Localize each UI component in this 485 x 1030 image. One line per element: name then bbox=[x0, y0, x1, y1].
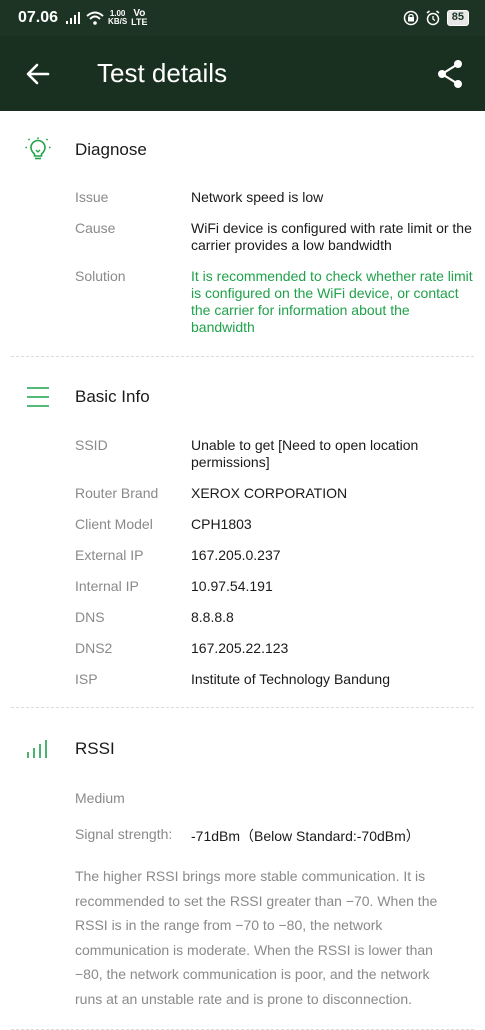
issue-label: Issue bbox=[75, 189, 109, 205]
back-button[interactable] bbox=[0, 36, 76, 111]
volte-indicator: Vo LTE bbox=[131, 9, 147, 27]
basic-info-header: Basic Info bbox=[11, 357, 474, 437]
test-details-content: Diagnose Issue Network speed is low Caus… bbox=[0, 111, 485, 1030]
info-row-client-model: Client Model CPH1803 bbox=[11, 516, 474, 533]
cause-label: Cause bbox=[75, 220, 116, 236]
internal-ip-label: Internal IP bbox=[75, 578, 139, 594]
share-button[interactable] bbox=[415, 36, 485, 111]
diagnose-row-solution: Solution It is recommended to check whet… bbox=[11, 268, 474, 336]
info-row-external-ip: External IP 167.205.0.237 bbox=[11, 547, 474, 564]
info-row-dns2: DNS2 167.205.22.123 bbox=[11, 640, 474, 657]
router-brand-label: Router Brand bbox=[75, 485, 159, 501]
list-lines-icon bbox=[25, 384, 51, 410]
wifi-icon bbox=[86, 11, 104, 25]
external-ip-value: 167.205.0.237 bbox=[191, 547, 281, 563]
signal-strength-value: -71dBm（Below Standard:-70dBm） bbox=[191, 828, 420, 844]
rssi-title: RSSI bbox=[75, 739, 115, 758]
alarm-icon bbox=[426, 10, 440, 26]
status-right-icons: 85 bbox=[403, 10, 469, 26]
diagnose-header: Diagnose bbox=[11, 111, 474, 189]
basic-info-section: Basic Info SSID Unable to get [Need to o… bbox=[11, 357, 474, 708]
info-row-dns: DNS 8.8.8.8 bbox=[11, 609, 474, 626]
rssi-header: RSSI bbox=[11, 708, 474, 790]
client-model-label: Client Model bbox=[75, 516, 153, 532]
rssi-description: The higher RSSI brings more stable commu… bbox=[75, 868, 438, 1007]
external-ip-label: External IP bbox=[75, 547, 144, 563]
internal-ip-value: 10.97.54.191 bbox=[191, 578, 273, 594]
status-left-icons: 1.00 KB/S Vo LTE bbox=[66, 9, 148, 27]
share-icon bbox=[438, 59, 462, 88]
app-toolbar: Test details bbox=[0, 36, 485, 111]
status-time: 07.06 bbox=[18, 9, 59, 26]
info-row-internal-ip: Internal IP 10.97.54.191 bbox=[11, 578, 474, 595]
diagnose-row-cause: Cause WiFi device is configured with rat… bbox=[11, 220, 474, 254]
solution-label: Solution bbox=[75, 268, 126, 284]
dns2-value: 167.205.22.123 bbox=[191, 640, 289, 656]
network-speed-unit: KB/S bbox=[108, 17, 128, 26]
lock-rotation-icon bbox=[403, 10, 418, 26]
client-model-value: CPH1803 bbox=[191, 516, 252, 532]
lightbulb-icon bbox=[25, 137, 51, 163]
issue-value: Network speed is low bbox=[191, 189, 324, 205]
router-brand-value: XEROX CORPORATION bbox=[191, 485, 348, 501]
isp-value: Institute of Technology Bandung bbox=[191, 671, 391, 687]
rssi-level: Medium bbox=[75, 790, 125, 806]
signal-strength-row: Signal strength: -71dBm（Below Standard:-… bbox=[11, 826, 474, 846]
status-bar: 07.06 1.00 KB/S Vo LTE 85 bbox=[0, 0, 485, 36]
battery-indicator: 85 bbox=[446, 10, 469, 26]
dns-label: DNS bbox=[75, 609, 105, 625]
back-arrow-icon bbox=[26, 63, 50, 84]
basic-info-title: Basic Info bbox=[75, 387, 150, 406]
ssid-value: Unable to get [Need to open location per… bbox=[191, 437, 419, 470]
ssid-label: SSID bbox=[75, 437, 108, 453]
diagnose-section: Diagnose Issue Network speed is low Caus… bbox=[11, 111, 474, 357]
info-row-ssid: SSID Unable to get [Need to open locatio… bbox=[11, 437, 474, 471]
solution-value: It is recommended to check whether rate … bbox=[191, 268, 473, 335]
diagnose-row-issue: Issue Network speed is low bbox=[11, 189, 474, 206]
isp-label: ISP bbox=[75, 671, 98, 687]
dns-value: 8.8.8.8 bbox=[191, 609, 234, 625]
diagnose-title: Diagnose bbox=[75, 140, 147, 159]
rssi-section: RSSI Medium Signal strength: -71dBm（Belo… bbox=[11, 708, 474, 1030]
signal-bars-icon bbox=[25, 736, 51, 762]
page-title: Test details bbox=[97, 58, 228, 88]
dns2-label: DNS2 bbox=[75, 640, 113, 656]
signal-strength-label: Signal strength: bbox=[75, 826, 173, 842]
network-speed: 1.00 KB/S bbox=[108, 10, 127, 26]
info-row-isp: ISP Institute of Technology Bandung bbox=[11, 671, 474, 688]
info-row-router-brand: Router Brand XEROX CORPORATION bbox=[11, 485, 474, 502]
lte-label: LTE bbox=[131, 17, 148, 27]
cellular-signal-icon bbox=[66, 12, 81, 24]
cause-value: WiFi device is configured with rate limi… bbox=[191, 220, 472, 253]
